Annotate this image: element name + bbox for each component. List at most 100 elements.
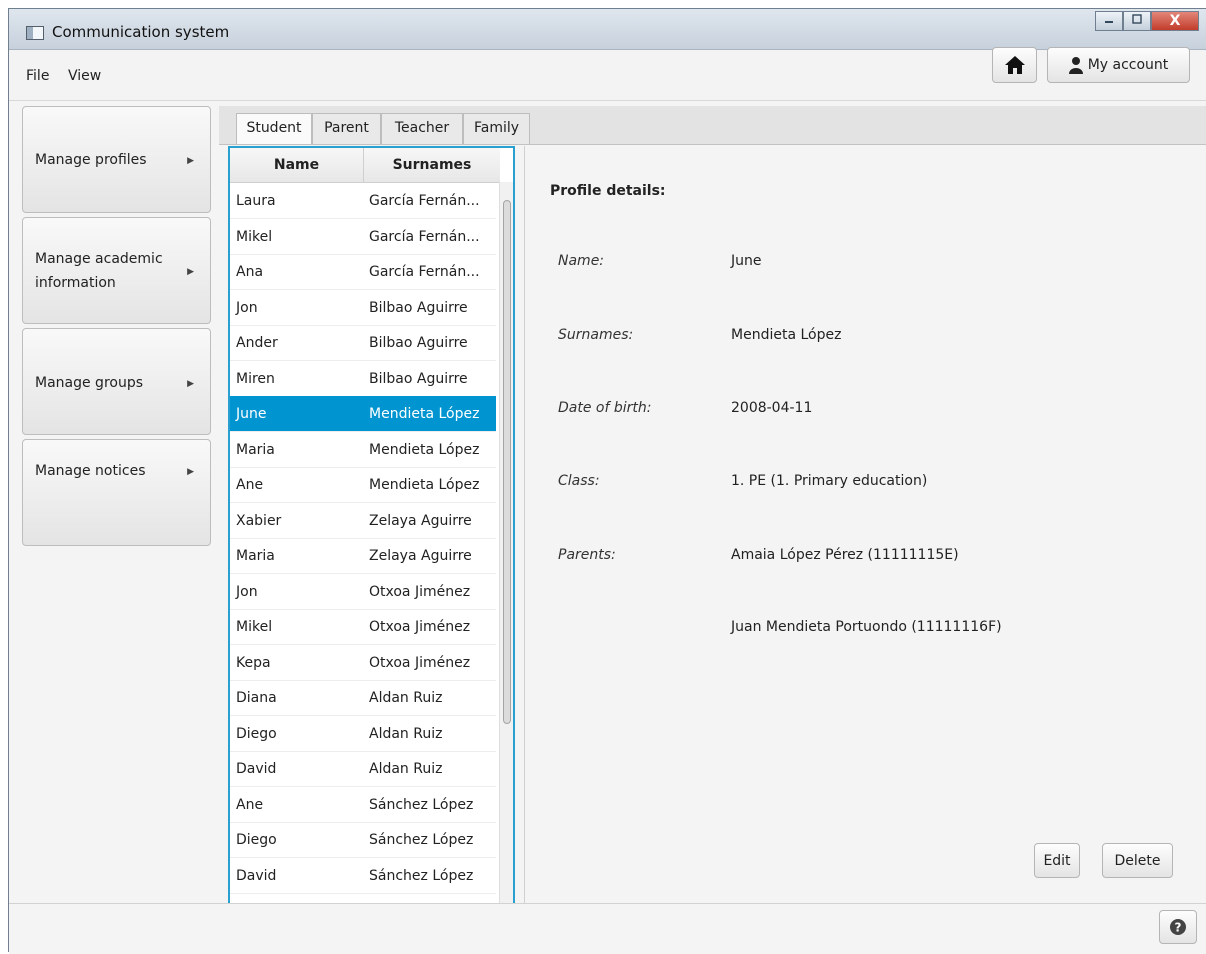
cell-surnames: Sánchez López <box>369 832 474 848</box>
my-account-label: My account <box>1087 57 1169 73</box>
table-row[interactable]: Jon Bilbao Aguirre <box>230 290 496 326</box>
sidebar-item-label: Manage groups <box>35 375 144 391</box>
table-row[interactable]: Ander Bilbao Aguirre <box>230 325 496 361</box>
column-header-name[interactable]: Name <box>230 148 364 182</box>
cell-surnames: Sánchez López <box>369 796 474 813</box>
minimize-button[interactable] <box>1095 11 1123 31</box>
cell-name: David <box>236 867 277 884</box>
cell-name: Diego <box>236 725 277 742</box>
cell-name: Ana <box>236 264 264 280</box>
table-row[interactable]: Maria Zelaya Aguirre <box>230 538 496 574</box>
date-of-birth-label: Date of birth: <box>558 400 652 416</box>
parent-2-value: Juan Mendieta Portuondo (11111116F) <box>731 619 1002 635</box>
surnames-label: Surnames: <box>558 327 634 343</box>
maximize-button[interactable] <box>1123 11 1151 31</box>
parent-1-value: Amaia López Pérez (11111115E) <box>731 547 959 563</box>
status-bar: ? <box>9 903 1206 954</box>
cell-name: Xabier <box>236 512 282 529</box>
cell-name: June <box>236 406 267 422</box>
home-button[interactable] <box>992 47 1037 83</box>
cell-surnames: Otxoa Jiménez <box>369 654 471 671</box>
cell-name: Miren <box>236 370 275 387</box>
cell-surnames: Bilbao Aguirre <box>369 299 468 316</box>
delete-button[interactable]: Delete <box>1102 843 1173 878</box>
date-of-birth-value: 2008-04-11 <box>731 400 813 416</box>
sidebar: Manage profiles ▶ Manage academic inform… <box>9 101 212 901</box>
tab-family[interactable]: Family <box>463 113 530 144</box>
chevron-right-icon: ▶ <box>187 267 194 277</box>
chevron-right-icon: ▶ <box>187 156 194 166</box>
cell-surnames: García Fernán... <box>369 193 480 209</box>
table-row[interactable]: Diego Sánchez López <box>230 822 496 858</box>
cell-surnames: Mendieta López <box>369 406 480 422</box>
cell-surnames: Zelaya Aguirre <box>369 512 472 529</box>
sidebar-item-manage-notices[interactable]: Manage notices ▶ <box>22 439 211 546</box>
table-header: Name Surnames <box>230 148 500 183</box>
sidebar-item-manage-profiles[interactable]: Manage profiles ▶ <box>22 106 211 213</box>
cell-name: Ander <box>236 335 278 351</box>
table-row[interactable]: Diego Aldan Ruiz <box>230 716 496 752</box>
sidebar-item-label: Manage academic information <box>35 251 163 291</box>
cell-surnames: Otxoa Jiménez <box>369 619 471 635</box>
tab-parent[interactable]: Parent <box>312 113 381 144</box>
table-row[interactable]: David Aldan Ruiz <box>230 751 496 787</box>
cell-name: Maria <box>236 441 275 458</box>
table-row[interactable]: David Sánchez López <box>230 858 496 894</box>
table-row[interactable]: Miren Bilbao Aguirre <box>230 361 496 397</box>
table-row[interactable]: Jon Otxoa Jiménez <box>230 574 496 610</box>
cell-surnames: Sánchez López <box>369 867 474 884</box>
cell-surnames: Mendieta López <box>369 477 480 493</box>
table-row[interactable]: Mikel Otxoa Jiménez <box>230 609 496 645</box>
menu-file[interactable]: File <box>26 68 49 84</box>
cell-surnames: Aldan Ruiz <box>369 690 443 706</box>
cell-name: Ane <box>236 796 264 813</box>
class-label: Class: <box>558 473 600 489</box>
my-account-button[interactable]: My account <box>1047 47 1190 83</box>
cell-name: Kepa <box>236 654 271 671</box>
cell-surnames: García Fernán... <box>369 228 480 245</box>
table-row[interactable]: Xabier Zelaya Aguirre <box>230 503 496 539</box>
scrollbar-thumb[interactable] <box>503 200 511 724</box>
help-icon: ? <box>1170 919 1186 935</box>
column-header-surnames[interactable]: Surnames <box>364 148 500 182</box>
table-row[interactable]: Ana García Fernán... <box>230 254 496 290</box>
svg-text:?: ? <box>1175 921 1182 935</box>
tab-teacher[interactable]: Teacher <box>381 113 463 144</box>
cell-name: Jon <box>236 299 258 316</box>
cell-name: Mikel <box>236 228 273 245</box>
table-row[interactable]: Laura García Fernán... <box>230 183 496 219</box>
cell-surnames: Aldan Ruiz <box>369 761 443 777</box>
chevron-right-icon: ▶ <box>187 379 194 389</box>
cell-surnames: Bilbao Aguirre <box>369 370 468 387</box>
help-button[interactable]: ? <box>1159 910 1197 944</box>
surnames-value: Mendieta López <box>731 327 842 343</box>
details-heading: Profile details: <box>550 183 666 199</box>
cell-name: Diego <box>236 832 277 848</box>
profile-tabs: Student Parent Teacher Family <box>219 106 1206 145</box>
table-row[interactable]: June Mendieta López <box>230 396 496 432</box>
table-row[interactable]: Ane Mendieta López <box>230 467 496 503</box>
sidebar-item-manage-groups[interactable]: Manage groups ▶ <box>22 328 211 435</box>
edit-button[interactable]: Edit <box>1034 843 1080 878</box>
window-controls: X <box>1095 11 1199 31</box>
sidebar-item-manage-academic-information[interactable]: Manage academic information ▶ <box>22 217 211 324</box>
table-row[interactable]: Ane Sánchez López <box>230 787 496 823</box>
cell-name: Diana <box>236 690 277 706</box>
table-row[interactable]: Kepa Otxoa Jiménez <box>230 645 496 681</box>
title-bar[interactable]: Communication system X <box>9 9 1206 50</box>
vertical-scrollbar[interactable] <box>499 182 513 903</box>
cell-name: Jon <box>236 583 258 600</box>
cell-name: Laura <box>236 193 276 209</box>
cell-surnames: Aldan Ruiz <box>369 725 443 742</box>
table-row[interactable]: Diana Aldan Ruiz <box>230 680 496 716</box>
close-button[interactable]: X <box>1151 11 1199 31</box>
table-row[interactable]: Maria Mendieta López <box>230 432 496 468</box>
cell-surnames: Bilbao Aguirre <box>369 335 468 351</box>
tab-student[interactable]: Student <box>236 113 312 144</box>
parents-label: Parents: <box>558 547 616 563</box>
cell-surnames: Mendieta López <box>369 441 480 458</box>
table-row[interactable]: Mikel García Fernán... <box>230 219 496 255</box>
menu-view[interactable]: View <box>68 68 101 84</box>
cell-surnames: Otxoa Jiménez <box>369 583 471 600</box>
cell-name: Maria <box>236 548 275 564</box>
